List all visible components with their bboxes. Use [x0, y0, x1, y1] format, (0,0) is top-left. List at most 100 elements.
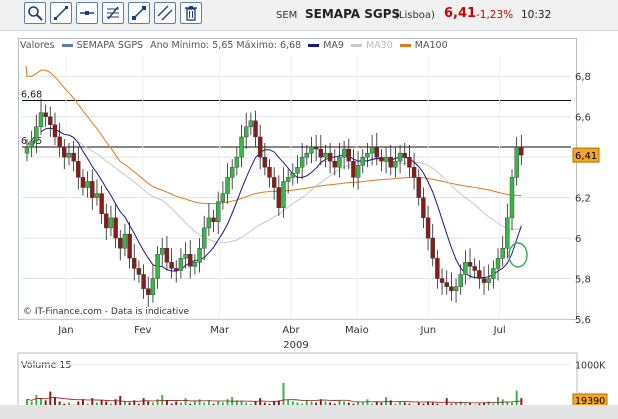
candle — [122, 233, 128, 249]
candle — [183, 254, 188, 259]
copyright-note: © IT-Finance.com - Data is indicative — [23, 307, 190, 317]
candle — [346, 148, 351, 162]
candle — [164, 247, 170, 263]
candle — [127, 233, 132, 259]
candle — [435, 258, 440, 279]
candle — [425, 217, 431, 239]
candle — [174, 268, 179, 271]
candle — [239, 136, 244, 158]
candle — [411, 167, 417, 178]
candle — [318, 148, 324, 158]
candle — [104, 213, 109, 229]
volume-tick-label: 1000K — [575, 360, 606, 371]
horizontal-scrollbar[interactable] — [0, 405, 618, 419]
candle — [225, 177, 230, 194]
candle — [500, 247, 505, 259]
candle — [248, 120, 254, 128]
candle — [491, 268, 496, 279]
candle — [304, 152, 310, 158]
candle — [416, 177, 421, 198]
candle — [444, 282, 449, 287]
y-tick-label: 6,8 — [575, 72, 591, 83]
x-tick-label: Jan — [57, 325, 73, 336]
candle — [477, 270, 482, 279]
candle — [481, 278, 487, 283]
candle — [197, 247, 202, 263]
candle — [85, 181, 90, 188]
candle — [38, 112, 44, 128]
x-tick-label: Maio — [345, 325, 369, 336]
candle — [141, 274, 146, 289]
candle — [253, 120, 258, 138]
candle — [383, 156, 389, 162]
candle — [374, 146, 379, 158]
candle — [160, 247, 165, 255]
candle — [453, 286, 459, 291]
candle — [211, 217, 216, 223]
candle — [369, 146, 375, 154]
candle — [108, 217, 114, 229]
price-chart: 5,65,866,26,46,66,86,686,45JanFevMarAbrM… — [17, 56, 608, 410]
candle — [52, 124, 58, 138]
candle — [66, 152, 72, 158]
candle — [62, 146, 67, 158]
candle — [146, 288, 151, 295]
candle — [150, 278, 156, 295]
candle — [360, 156, 365, 166]
candle — [290, 173, 296, 178]
candle — [229, 167, 235, 178]
candle — [402, 152, 407, 158]
candle — [192, 262, 198, 267]
candle — [76, 160, 81, 178]
candle — [309, 146, 314, 154]
candle — [262, 156, 268, 168]
candle — [285, 177, 291, 182]
candle — [323, 152, 328, 158]
candle — [393, 160, 398, 168]
candle — [113, 217, 118, 239]
x-tick-label: Fev — [134, 325, 151, 336]
candle — [458, 274, 463, 287]
candle — [295, 167, 300, 174]
candle — [337, 156, 342, 168]
last-price-label: 6,41 — [575, 151, 597, 162]
candle — [257, 136, 263, 158]
candle — [439, 278, 445, 283]
candle — [220, 193, 226, 202]
candle — [234, 156, 240, 168]
candle — [341, 148, 347, 158]
candle — [216, 201, 221, 223]
candle — [271, 177, 277, 188]
candle — [467, 262, 473, 267]
candle — [43, 112, 48, 117]
candle — [397, 152, 403, 162]
candle — [430, 237, 435, 259]
candle — [351, 160, 356, 178]
candle — [118, 237, 123, 249]
x-tick-label: Mar — [210, 325, 230, 336]
candle — [509, 177, 515, 219]
candle — [505, 217, 510, 249]
x-tick-label: Jun — [419, 325, 436, 336]
candle — [267, 167, 272, 178]
candle — [449, 286, 454, 291]
candle — [178, 258, 184, 271]
candle — [71, 152, 76, 162]
candle — [206, 217, 212, 229]
candle — [48, 116, 53, 125]
y-tick-label: 5,6 — [575, 315, 591, 326]
y-tick-label: 6,2 — [575, 194, 591, 205]
candle — [463, 262, 468, 275]
volume-title: Volume 15 — [21, 360, 71, 371]
candle — [80, 177, 86, 188]
x-tick-label: Jul — [493, 325, 506, 336]
candle — [365, 152, 370, 158]
candle — [486, 278, 491, 283]
candle — [514, 146, 519, 178]
candle — [299, 156, 305, 168]
candle — [276, 187, 282, 208]
y-tick-label: 6,6 — [575, 113, 591, 124]
ma30-line — [73, 138, 522, 243]
candle — [24, 146, 30, 154]
candle — [136, 268, 142, 275]
